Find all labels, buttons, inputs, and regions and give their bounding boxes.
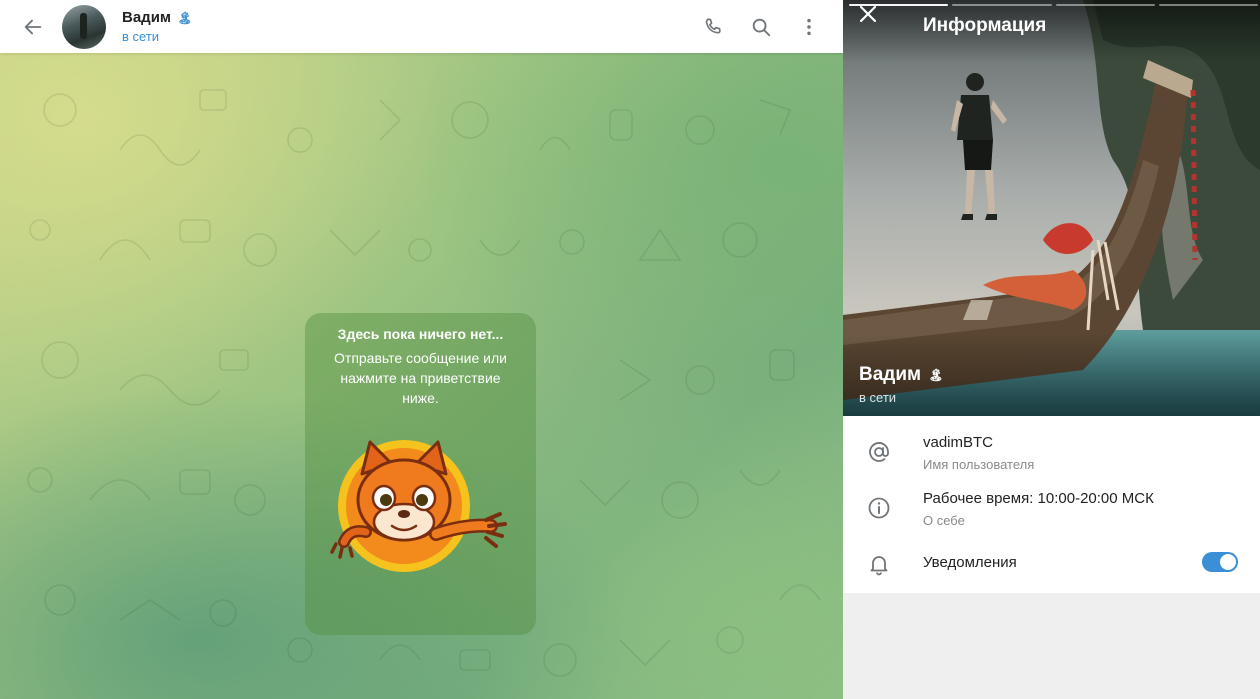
chat-name: Вадим 🏝 (122, 9, 192, 26)
username-row[interactable]: vadimBTC Имя пользователя (843, 416, 1260, 472)
greeting-sticker[interactable] (326, 434, 516, 579)
back-arrow-icon (24, 19, 42, 34)
photo-progress-segment (1158, 4, 1258, 6)
call-button[interactable] (693, 7, 733, 47)
info-icon (865, 494, 893, 522)
close-icon (859, 5, 877, 23)
palm-emoji-icon: 🏝 (177, 10, 193, 25)
bell-icon (865, 550, 893, 578)
photo-progress (849, 4, 1258, 6)
bio-value: Рабочее время: 10:00-20:00 МСК (923, 490, 1154, 507)
chat-name-text: Вадим (122, 9, 172, 26)
photo-name-text: Вадим (859, 364, 922, 385)
avatar[interactable] (62, 4, 106, 49)
username-label: Имя пользователя (923, 457, 1035, 472)
username-value: vadimBTC (923, 434, 994, 451)
bio-label: О себе (923, 513, 965, 528)
empty-chat-card: Здесь пока ничего нет... Отправьте сообщ… (305, 313, 536, 635)
more-vertical-icon (807, 18, 811, 35)
at-sign-icon (865, 438, 893, 466)
photo-progress-segment (952, 4, 1052, 6)
photo-name: Вадим 🏝 (859, 364, 943, 386)
chat-area: Вадим 🏝 в сети Здесь пока ничего нет... … (0, 0, 843, 699)
back-button[interactable] (13, 7, 53, 47)
info-list: vadimBTC Имя пользователя Рабочее время:… (843, 416, 1260, 593)
notifications-row[interactable]: Уведомления (843, 528, 1260, 593)
chat-title-block[interactable]: Вадим 🏝 в сети (122, 9, 192, 44)
empty-chat-title: Здесь пока ничего нет... (337, 326, 504, 342)
phone-icon (705, 17, 721, 34)
palm-emoji-icon: 🏝 (928, 368, 944, 382)
profile-photo-image (843, 0, 1260, 416)
notifications-label: Уведомления (923, 554, 1017, 571)
chat-header: Вадим 🏝 в сети (0, 0, 843, 53)
photo-progress-segment (1055, 4, 1155, 6)
info-panel: Информация Вадим 🏝 в сети vadimBTC Имя п… (843, 0, 1260, 699)
search-button[interactable] (741, 7, 781, 47)
bio-row[interactable]: Рабочее время: 10:00-20:00 МСК О себе (843, 472, 1260, 528)
header-actions (685, 7, 829, 47)
photo-status: в сети (859, 390, 897, 405)
search-icon (752, 18, 771, 36)
close-panel-button[interactable] (859, 5, 899, 45)
notifications-toggle[interactable] (1202, 552, 1238, 572)
fox-sticker-icon (329, 440, 507, 572)
panel-title: Информация (923, 15, 1047, 36)
chat-status: в сети (122, 29, 160, 44)
profile-photo[interactable]: Информация Вадим 🏝 в сети (843, 0, 1260, 416)
more-button[interactable] (789, 7, 829, 47)
empty-chat-text: Отправьте сообщение или нажмите на приве… (334, 350, 507, 406)
